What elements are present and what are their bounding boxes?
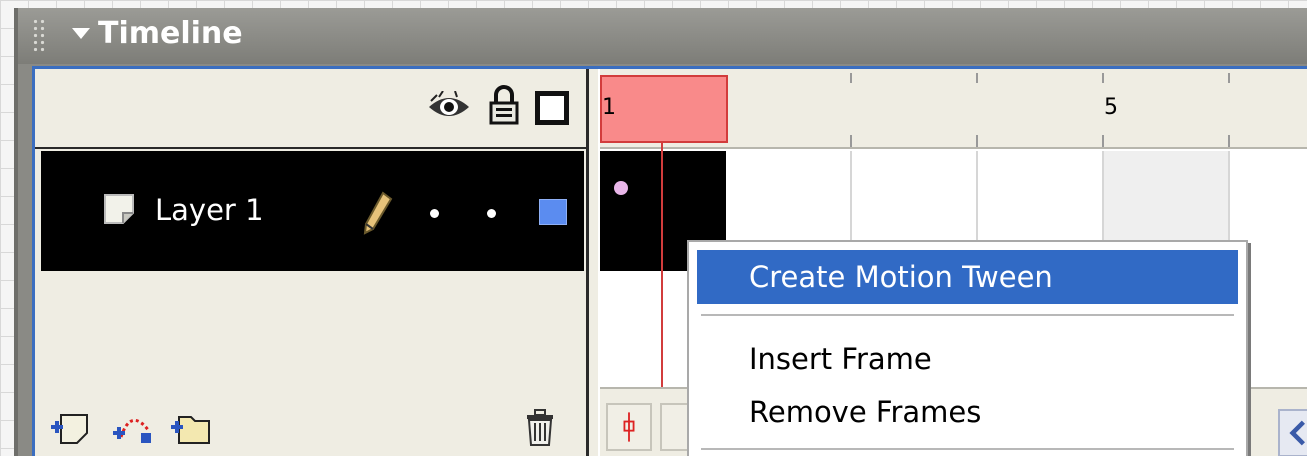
ruler-tick (1228, 135, 1230, 147)
lock-icon[interactable] (489, 85, 519, 125)
trash-icon[interactable] (519, 407, 561, 447)
panel-title: Timeline (98, 16, 243, 51)
ruler-tick (850, 135, 852, 147)
scroll-left-button[interactable] (1278, 409, 1307, 456)
pencil-icon (363, 191, 393, 235)
menu-separator (701, 314, 1234, 316)
layer-row[interactable]: Layer 1 (41, 151, 584, 271)
layer-name: Layer 1 (155, 193, 264, 227)
ruler-tick (1102, 73, 1104, 83)
lock-dot[interactable] (487, 209, 496, 218)
outline-icon[interactable] (535, 91, 569, 125)
playhead-line (661, 143, 663, 387)
add-layer-icon[interactable] (49, 407, 91, 447)
add-motion-guide-icon[interactable] (111, 407, 153, 447)
ruler-tick (1102, 135, 1104, 147)
center-frame-button[interactable] (606, 403, 652, 451)
layer-outline-color-swatch[interactable] (539, 199, 567, 225)
layer-header (35, 69, 586, 149)
collapse-arrow-icon[interactable] (72, 28, 90, 39)
frame-ruler[interactable]: 1 5 (600, 69, 1307, 149)
layer-page-icon (104, 194, 134, 224)
eye-icon[interactable] (427, 91, 471, 123)
grip-handle-icon[interactable] (32, 18, 46, 54)
menu-separator (701, 448, 1234, 450)
ruler-tick (976, 135, 978, 147)
panel-title-bar[interactable]: Timeline (18, 8, 1307, 64)
frame-number-label: 1 (602, 95, 616, 120)
frame-number-label: 5 (1104, 95, 1118, 120)
menu-item-create-motion-tween[interactable]: Create Motion Tween (697, 250, 1238, 304)
layer-list-empty-area (35, 271, 586, 389)
context-menu: Create Motion Tween Insert Frame Remove … (687, 240, 1248, 456)
ruler-tick (850, 73, 852, 83)
playhead[interactable] (600, 75, 728, 143)
layer-footer-toolbar (35, 389, 586, 456)
menu-item-remove-frames[interactable]: Remove Frames (697, 385, 1238, 439)
keyframe-dot (614, 181, 628, 195)
menu-item-insert-frame[interactable]: Insert Frame (697, 332, 1238, 386)
layer-frame-divider[interactable] (586, 69, 600, 456)
add-folder-icon[interactable] (169, 407, 211, 447)
onion-skin-button[interactable] (660, 403, 690, 451)
ruler-tick (1228, 73, 1230, 83)
visibility-dot[interactable] (430, 209, 439, 218)
ruler-tick (976, 73, 978, 83)
